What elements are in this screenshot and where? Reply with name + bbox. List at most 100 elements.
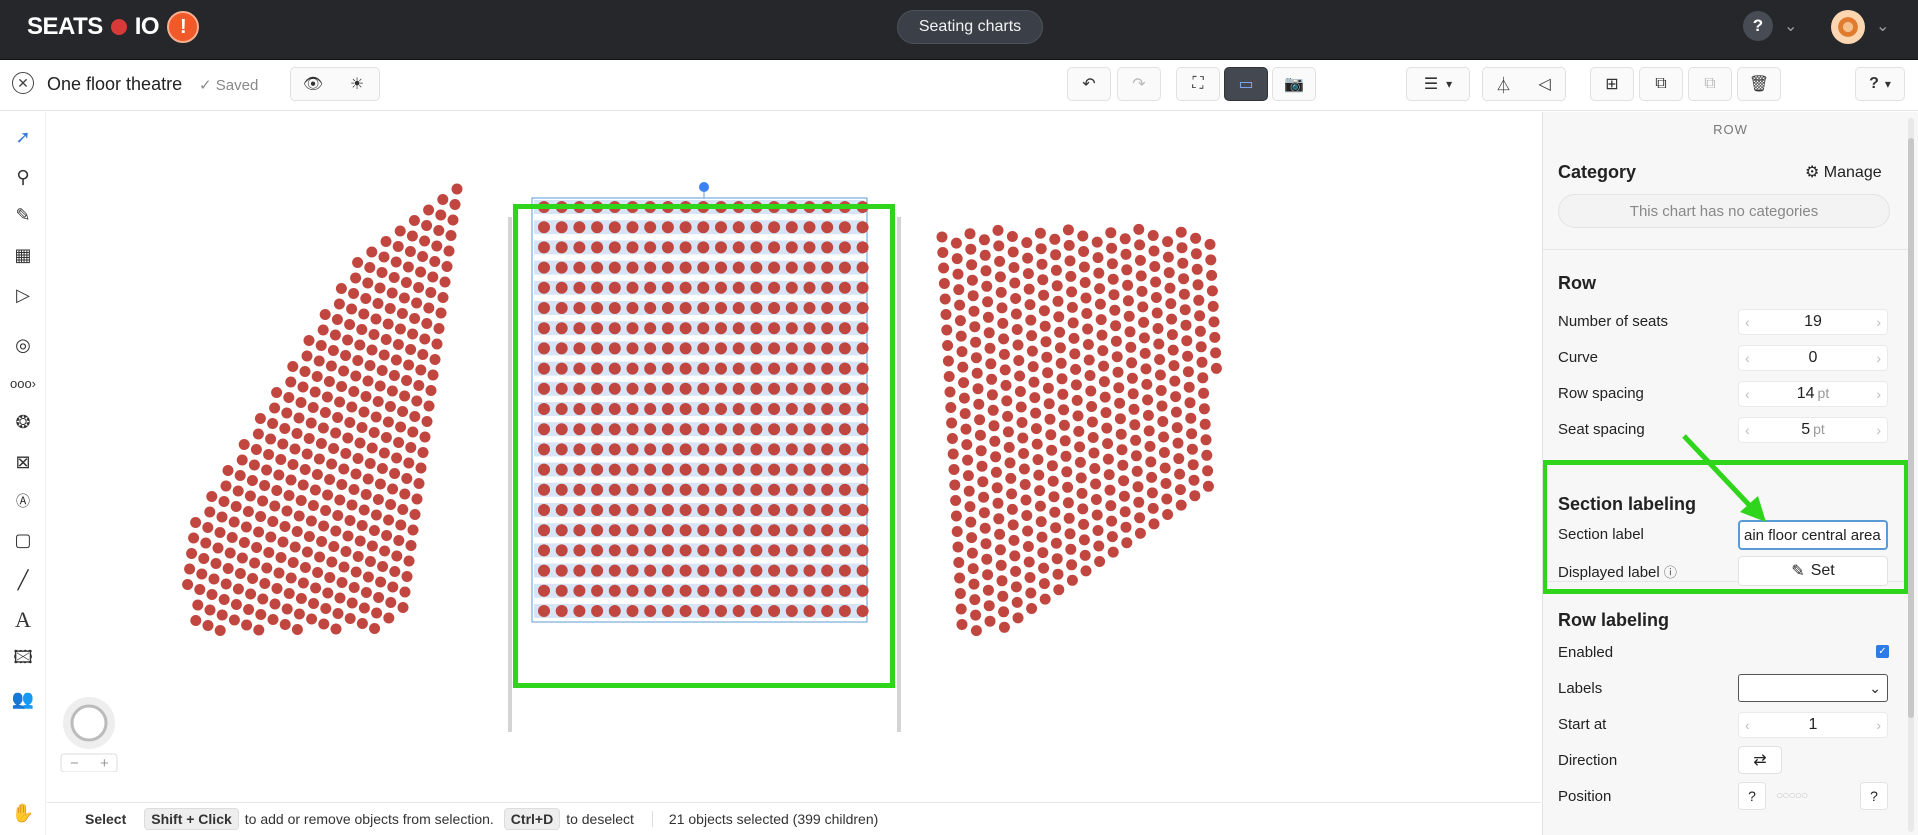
seat[interactable]	[986, 389, 998, 401]
seat[interactable]	[943, 371, 955, 382]
seat[interactable]	[989, 435, 1001, 447]
seat[interactable]	[331, 314, 343, 325]
seat[interactable]	[402, 261, 414, 273]
logo[interactable]: SEATS IO !	[27, 11, 200, 43]
seat[interactable]	[277, 536, 289, 548]
seat[interactable]	[289, 541, 301, 553]
seat[interactable]	[981, 553, 993, 565]
seat[interactable]	[382, 318, 394, 330]
seat[interactable]	[1062, 497, 1074, 509]
seat[interactable]	[1006, 503, 1018, 515]
seat[interactable]	[1052, 568, 1064, 580]
seat[interactable]	[1092, 525, 1104, 536]
seat[interactable]	[1093, 267, 1105, 279]
brush-tool-icon[interactable]: ✎	[10, 202, 36, 228]
seat[interactable]	[971, 367, 983, 379]
seat[interactable]	[253, 624, 265, 636]
seat[interactable]	[1142, 394, 1154, 406]
seat[interactable]	[406, 230, 418, 242]
seat[interactable]	[382, 416, 394, 428]
seat[interactable]	[1038, 578, 1050, 590]
seat[interactable]	[987, 404, 999, 416]
seat[interactable]	[332, 510, 344, 521]
seat[interactable]	[285, 376, 297, 388]
seat[interactable]	[1144, 440, 1156, 452]
seat[interactable]	[981, 280, 993, 292]
seat[interactable]	[419, 333, 431, 345]
seat[interactable]	[338, 561, 350, 573]
line-tool-icon[interactable]: ╱	[10, 567, 36, 593]
seat[interactable]	[1154, 354, 1166, 365]
seat[interactable]	[332, 608, 344, 619]
seat[interactable]	[267, 418, 279, 429]
seat[interactable]	[1134, 527, 1146, 539]
seat[interactable]	[1022, 525, 1034, 537]
seat[interactable]	[1176, 242, 1188, 254]
chevron-right-icon[interactable]: ›	[1876, 717, 1881, 733]
seat[interactable]	[1009, 550, 1021, 562]
seat[interactable]	[313, 355, 325, 367]
seat[interactable]	[1090, 494, 1102, 505]
seat[interactable]	[985, 358, 997, 370]
seat[interactable]	[212, 542, 224, 554]
seat[interactable]	[1001, 395, 1013, 407]
seat[interactable]	[1011, 324, 1023, 335]
seat[interactable]	[1087, 432, 1099, 443]
seat[interactable]	[1150, 292, 1162, 303]
seat[interactable]	[1035, 243, 1047, 255]
seat[interactable]	[1206, 269, 1218, 281]
seat[interactable]	[408, 215, 420, 226]
seat[interactable]	[1097, 345, 1109, 357]
seat[interactable]	[968, 578, 980, 590]
seat[interactable]	[1194, 325, 1206, 337]
seat[interactable]	[1119, 233, 1131, 245]
round-table-tool-icon[interactable]: ❂	[10, 409, 36, 435]
seat[interactable]	[291, 526, 303, 537]
seat[interactable]	[950, 495, 962, 506]
seat[interactable]	[295, 495, 307, 506]
seat[interactable]	[1021, 237, 1033, 249]
seat[interactable]	[366, 442, 378, 454]
seat[interactable]	[401, 571, 413, 582]
seat[interactable]	[409, 411, 421, 422]
seat[interactable]	[1051, 280, 1063, 292]
seat[interactable]	[1107, 546, 1119, 558]
seat[interactable]	[1086, 401, 1098, 412]
seat[interactable]	[978, 507, 990, 519]
seat[interactable]	[1178, 288, 1190, 300]
seat[interactable]	[261, 464, 273, 476]
seat[interactable]	[346, 303, 358, 315]
seat[interactable]	[303, 531, 315, 542]
seat[interactable]	[1081, 308, 1093, 319]
seat[interactable]	[240, 521, 252, 533]
seat[interactable]	[263, 449, 275, 460]
seat[interactable]	[312, 567, 324, 578]
seat[interactable]	[1038, 305, 1050, 317]
seat[interactable]	[311, 469, 323, 480]
seat[interactable]	[269, 500, 281, 512]
seat[interactable]	[1022, 541, 1034, 552]
start-at-stepper[interactable]: ‹ 1 ›	[1738, 712, 1888, 738]
seat[interactable]	[1051, 553, 1063, 565]
seat[interactable]	[1038, 562, 1050, 574]
seat[interactable]	[1132, 481, 1144, 493]
seat[interactable]	[1158, 431, 1170, 443]
seat[interactable]	[411, 395, 423, 407]
seat[interactable]	[1208, 316, 1220, 328]
seat[interactable]	[313, 453, 325, 465]
seat[interactable]	[196, 568, 208, 580]
seat[interactable]	[1107, 273, 1119, 285]
seat[interactable]	[994, 528, 1006, 540]
seat[interactable]	[388, 370, 400, 381]
seat[interactable]	[1197, 372, 1209, 384]
direction-toggle-button[interactable]: ⇄	[1738, 746, 1782, 774]
seat[interactable]	[1137, 301, 1149, 313]
seat[interactable]	[415, 266, 427, 278]
seat[interactable]	[1155, 385, 1167, 396]
seat[interactable]	[1045, 429, 1057, 441]
seat[interactable]	[283, 490, 295, 501]
seat[interactable]	[244, 490, 256, 502]
seat[interactable]	[447, 214, 459, 226]
seat[interactable]	[966, 274, 978, 286]
seat[interactable]	[327, 345, 339, 356]
